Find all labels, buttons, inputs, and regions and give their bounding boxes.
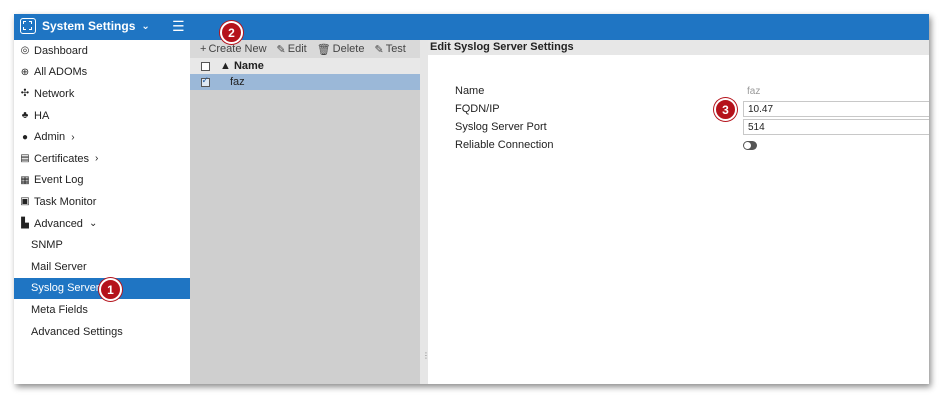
sidebar-item-label: Event Log — [34, 174, 84, 187]
edit-label: Edit — [287, 43, 307, 55]
select-all-cell — [190, 61, 220, 71]
sidebar-item-label: All ADOMs — [34, 66, 88, 79]
step-3-badge: 3 — [714, 98, 737, 121]
sidebar-item-admin[interactable]: ● Admin › — [14, 126, 190, 148]
fqdn-label: FQDN/IP — [455, 103, 500, 115]
port-row: Syslog Server Port — [455, 118, 929, 136]
fortinet-logo-icon — [20, 18, 36, 34]
sidebar-item-advanced-settings[interactable]: Advanced Settings — [14, 321, 190, 343]
edit-panel: Edit Syslog Server Settings Name FQDN/IP… — [428, 40, 929, 384]
name-label: Name — [455, 85, 485, 97]
top-bar: System Settings ⌄ ☰ — [14, 14, 929, 40]
advanced-icon: ▙ — [21, 218, 29, 230]
sidebar-item-label: Advanced — [34, 217, 83, 230]
sidebar-item-label: Dashboard — [34, 44, 88, 57]
test-button[interactable]: ✎ Test — [374, 43, 405, 56]
certificate-icon: ▤ — [20, 153, 30, 165]
sidebar-item-label: SNMP — [31, 239, 63, 252]
sidebar-item-label: HA — [34, 109, 50, 122]
hamburger-icon[interactable]: ☰ — [172, 19, 185, 33]
edit-button[interactable]: ✎ Edit — [277, 43, 307, 56]
trash-icon: 🗑 — [316, 43, 331, 56]
list-toolbar: + Create New ✎ Edit 🗑 Delete ✎ Test — [190, 40, 420, 58]
sidebar-item-label: Certificates — [34, 152, 90, 165]
sidebar-item-advanced[interactable]: ▙ Advanced ⌄ — [14, 213, 190, 235]
sidebar-item-ha[interactable]: ♣ HA — [14, 105, 190, 127]
row-checkbox[interactable] — [200, 75, 210, 87]
sidebar-item-label: Meta Fields — [31, 303, 88, 316]
pane-splitter[interactable]: ⋮ — [420, 40, 430, 384]
create-new-label: Create New — [208, 43, 267, 55]
row-name-cell: faz — [230, 76, 245, 88]
sidebar-item-meta-fields[interactable]: Meta Fields — [14, 299, 190, 321]
sidebar-item-mail-server[interactable]: Mail Server — [14, 256, 190, 278]
dashboard-icon: ◎ — [20, 45, 30, 57]
name-column-header[interactable]: ▲ Name — [220, 60, 264, 72]
sidebar-item-dashboard[interactable]: ◎ Dashboard — [14, 40, 190, 62]
port-label: Syslog Server Port — [455, 121, 547, 133]
name-field — [743, 83, 929, 99]
app-window: System Settings ⌄ ☰ ◎ Dashboard ⊕ All AD… — [14, 14, 929, 384]
sidebar: ◎ Dashboard ⊕ All ADOMs ✣ Network ♣ HA ●… — [14, 40, 190, 384]
chevron-down-icon: ⌄ — [88, 218, 98, 230]
sidebar-item-network[interactable]: ✣ Network — [14, 83, 190, 105]
sidebar-item-certificates[interactable]: ▤ Certificates › — [14, 148, 190, 170]
sidebar-item-label: Mail Server — [31, 260, 87, 273]
step-2-badge: 2 — [220, 21, 243, 44]
edit-icon: ✎ — [276, 43, 286, 56]
sidebar-item-snmp[interactable]: SNMP — [14, 234, 190, 256]
step-1-badge: 1 — [99, 278, 122, 301]
table-header: ▲ Name — [190, 58, 420, 74]
reliable-label: Reliable Connection — [455, 139, 554, 151]
fqdn-ip-field[interactable] — [743, 101, 929, 117]
globe-icon: ⊕ — [20, 66, 30, 78]
chevron-down-icon: ⌄ — [141, 20, 150, 32]
syslog-list-pane: + Create New ✎ Edit 🗑 Delete ✎ Test ▲ Na… — [190, 40, 420, 384]
create-new-button[interactable]: + Create New — [200, 43, 267, 55]
table-row[interactable]: faz — [190, 74, 420, 90]
ha-icon: ♣ — [21, 110, 29, 122]
plus-icon: + — [200, 43, 207, 55]
reliable-row: Reliable Connection — [455, 136, 757, 154]
sidebar-item-all-adoms[interactable]: ⊕ All ADOMs — [14, 62, 190, 84]
user-icon: ● — [21, 131, 29, 143]
column-header-label: Name — [233, 60, 264, 72]
sidebar-item-label: Advanced Settings — [31, 325, 123, 338]
name-row: Name — [455, 82, 929, 100]
chevron-right-icon: › — [71, 131, 75, 143]
fqdn-row: FQDN/IP — [455, 100, 929, 118]
sidebar-item-label: Network — [34, 87, 75, 100]
task-monitor-icon: ▣ — [20, 196, 30, 208]
test-icon: ✎ — [374, 43, 384, 56]
panel-title: Edit Syslog Server Settings — [428, 40, 929, 55]
sidebar-item-event-log[interactable]: ▦ Event Log — [14, 170, 190, 192]
system-settings-menu[interactable]: System Settings ⌄ — [20, 18, 150, 34]
network-icon: ✣ — [20, 88, 30, 100]
event-log-icon: ▦ — [20, 174, 30, 186]
reliable-connection-toggle[interactable] — [743, 140, 757, 150]
sidebar-item-task-monitor[interactable]: ▣ Task Monitor — [14, 191, 190, 213]
delete-button[interactable]: 🗑 Delete — [317, 43, 365, 56]
row-checkbox-cell — [190, 75, 220, 87]
sidebar-item-label: Task Monitor — [34, 195, 97, 208]
sidebar-item-label: Admin — [34, 131, 66, 144]
select-all-checkbox[interactable] — [200, 61, 210, 71]
delete-label: Delete — [332, 43, 365, 55]
syslog-port-field[interactable] — [743, 119, 929, 135]
test-label: Test — [385, 43, 406, 55]
sort-asc-icon: ▲ — [220, 60, 231, 72]
chevron-right-icon: › — [95, 153, 99, 165]
sidebar-item-label: Syslog Server — [31, 282, 100, 295]
page-title: System Settings — [42, 19, 136, 33]
